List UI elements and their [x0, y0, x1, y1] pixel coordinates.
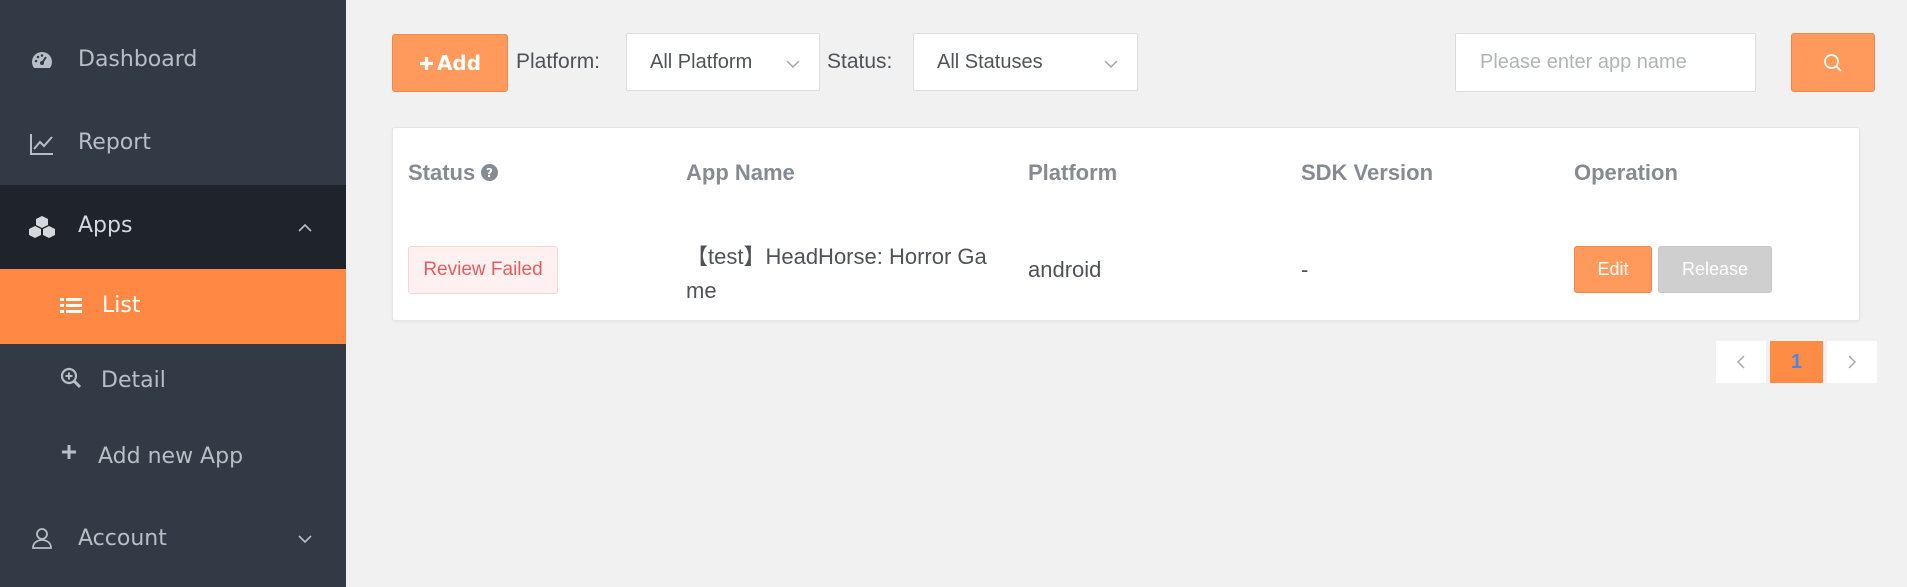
cubes-icon — [28, 213, 56, 241]
search-button[interactable] — [1791, 33, 1875, 92]
list-icon — [57, 292, 85, 320]
status-select-value: All Statuses — [937, 50, 1043, 73]
chevron-right-icon — [1846, 354, 1858, 370]
pagination-page-button[interactable]: 1 — [1770, 341, 1823, 383]
pagination-next-button[interactable] — [1827, 341, 1877, 383]
edit-button[interactable]: Edit — [1574, 246, 1652, 293]
platform-select[interactable]: All Platform — [626, 33, 820, 91]
sidebar-item-label: List — [102, 293, 141, 318]
column-header-app-name: App Name — [686, 160, 795, 185]
sidebar-item-account[interactable]: Account — [0, 498, 346, 580]
search-icon — [1823, 53, 1843, 73]
dashboard-icon — [28, 47, 56, 75]
sidebar-item-add-new-app[interactable]: Add new App — [0, 420, 346, 498]
plus-icon — [55, 438, 83, 466]
add-button-label: Add — [436, 51, 482, 75]
sidebar-item-label: Add new App — [98, 444, 244, 469]
plus-icon — [419, 56, 434, 71]
sidebar-item-label: Account — [78, 526, 167, 551]
platform-select-value: All Platform — [650, 50, 753, 73]
chevron-left-icon — [1735, 354, 1747, 370]
column-header-sdk-version: SDK Version — [1301, 160, 1434, 185]
column-header-platform: Platform — [1028, 160, 1118, 185]
sidebar-item-label: Detail — [101, 368, 166, 393]
sidebar-item-label: Dashboard — [78, 47, 198, 72]
chevron-down-icon — [1103, 55, 1119, 71]
svg-text:?: ? — [486, 166, 493, 180]
question-circle-icon[interactable]: ? — [481, 161, 499, 181]
column-header-status: Status? — [408, 160, 499, 186]
sidebar-item-report[interactable]: Report — [0, 103, 346, 185]
status-badge: Review Failed — [408, 246, 558, 294]
sidebar-item-label: Apps — [78, 213, 133, 238]
pagination-prev-button[interactable] — [1716, 341, 1766, 383]
status-select[interactable]: All Statuses — [913, 33, 1138, 91]
sdk-version-cell: - — [1301, 257, 1309, 282]
sidebar-item-apps[interactable]: Apps — [0, 185, 346, 269]
chevron-up-icon — [296, 218, 314, 236]
sidebar-item-label: Report — [78, 130, 151, 155]
sidebar: Dashboard Report Apps List Detail Add ne… — [0, 0, 346, 587]
search-plus-icon — [57, 364, 85, 392]
user-icon — [28, 524, 56, 552]
status-label: Status: — [827, 50, 893, 73]
line-chart-icon — [28, 130, 56, 158]
column-header-operation: Operation — [1574, 160, 1678, 185]
app-name-cell: 【test】HeadHorse: Horror Game — [686, 244, 987, 303]
release-button[interactable]: Release — [1658, 246, 1772, 293]
add-button[interactable]: Add — [392, 34, 508, 92]
column-header-label: Status — [408, 160, 476, 185]
chevron-down-icon — [296, 529, 314, 547]
platform-cell: android — [1028, 257, 1102, 282]
chevron-down-icon — [785, 55, 801, 71]
platform-label: Platform: — [516, 50, 601, 73]
search-input[interactable] — [1455, 33, 1756, 92]
sidebar-item-list[interactable]: List — [0, 269, 346, 344]
sidebar-item-dashboard[interactable]: Dashboard — [0, 20, 346, 102]
sidebar-item-detail[interactable]: Detail — [0, 344, 346, 419]
